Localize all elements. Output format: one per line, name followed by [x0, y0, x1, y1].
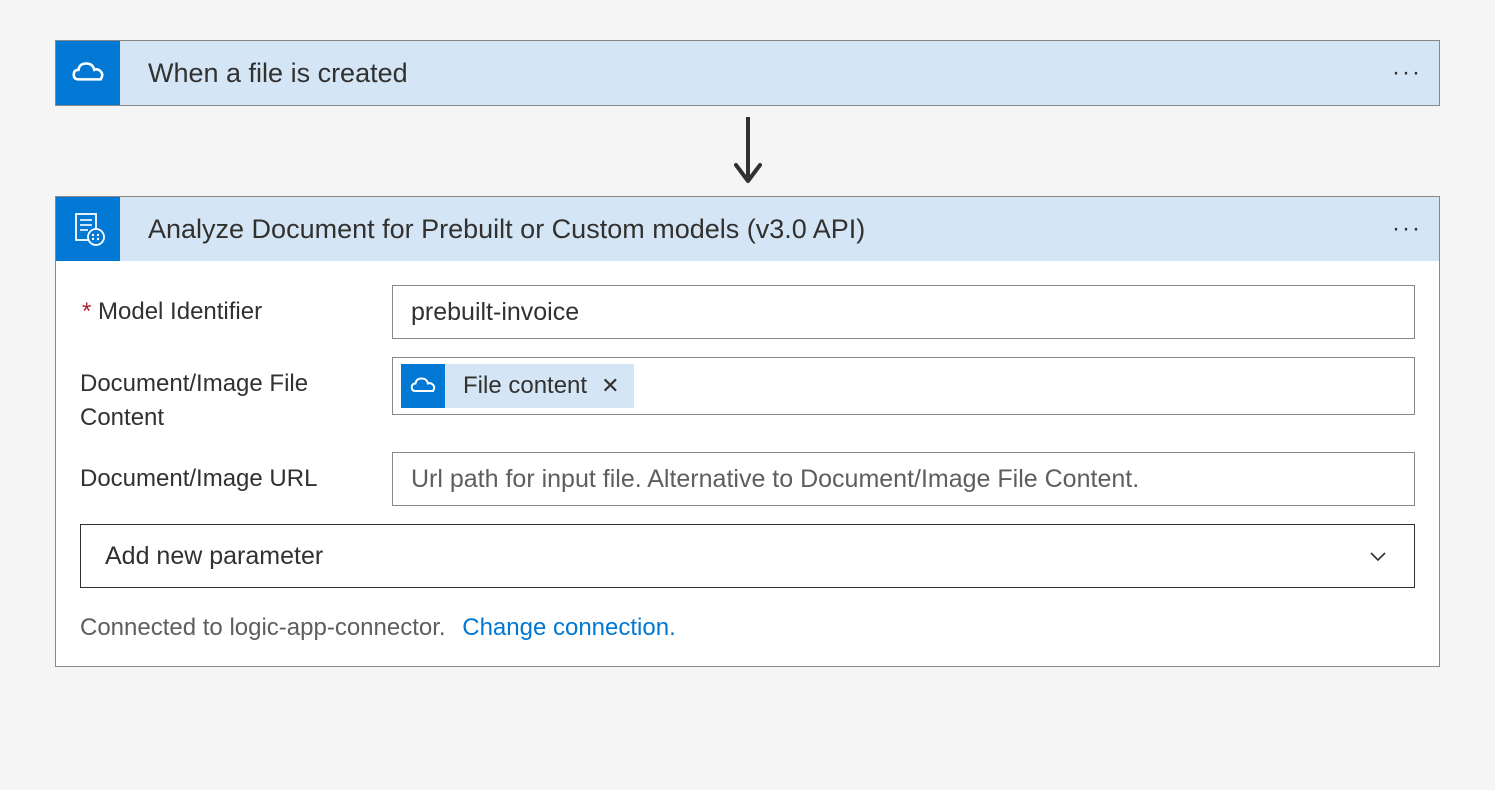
close-icon[interactable]: ✕ — [601, 373, 633, 399]
url-input[interactable] — [411, 465, 1396, 494]
action-title: Analyze Document for Prebuilt or Custom … — [120, 214, 1375, 245]
field-row-model-identifier: * Model Identifier — [80, 285, 1415, 339]
model-identifier-input[interactable] — [411, 298, 1396, 327]
action-card: Analyze Document for Prebuilt or Custom … — [55, 196, 1440, 667]
label-text: Model Identifier — [98, 298, 262, 325]
url-input-wrapper[interactable] — [392, 452, 1415, 506]
connection-text: Connected to logic-app-connector. — [80, 614, 446, 641]
trigger-title: When a file is created — [120, 58, 1375, 89]
form-recognizer-icon — [56, 197, 120, 261]
action-body: * Model Identifier Document/Image File C… — [56, 261, 1439, 666]
file-content-input-wrapper[interactable]: File content ✕ — [392, 357, 1415, 415]
field-label: * Model Identifier — [80, 285, 392, 329]
chevron-down-icon — [1366, 544, 1390, 568]
add-parameter-label: Add new parameter — [105, 542, 323, 571]
field-row-file-content: Document/Image File Content File content… — [80, 357, 1415, 434]
model-identifier-input-wrapper[interactable] — [392, 285, 1415, 339]
onedrive-icon — [56, 41, 120, 105]
trigger-header[interactable]: When a file is created ··· — [56, 41, 1439, 105]
required-mark: * — [82, 298, 91, 325]
connection-info: Connected to logic-app-connector. Change… — [80, 614, 1415, 642]
action-header[interactable]: Analyze Document for Prebuilt or Custom … — [56, 197, 1439, 261]
more-icon[interactable]: ··· — [1375, 41, 1439, 105]
change-connection-link[interactable]: Change connection. — [462, 614, 676, 641]
field-row-url: Document/Image URL — [80, 452, 1415, 506]
label-text: Document/Image URL — [80, 465, 317, 492]
trigger-card: When a file is created ··· — [55, 40, 1440, 106]
arrow-down-icon — [728, 111, 768, 191]
field-label: Document/Image File Content — [80, 357, 392, 434]
onedrive-icon — [401, 364, 445, 408]
token-label: File content — [445, 372, 601, 400]
more-icon[interactable]: ··· — [1375, 197, 1439, 261]
add-parameter-dropdown[interactable]: Add new parameter — [80, 524, 1415, 588]
flow-arrow-connector — [55, 106, 1440, 196]
field-label: Document/Image URL — [80, 452, 392, 496]
dynamic-content-token[interactable]: File content ✕ — [401, 364, 634, 408]
label-text: Document/Image File Content — [80, 370, 308, 431]
